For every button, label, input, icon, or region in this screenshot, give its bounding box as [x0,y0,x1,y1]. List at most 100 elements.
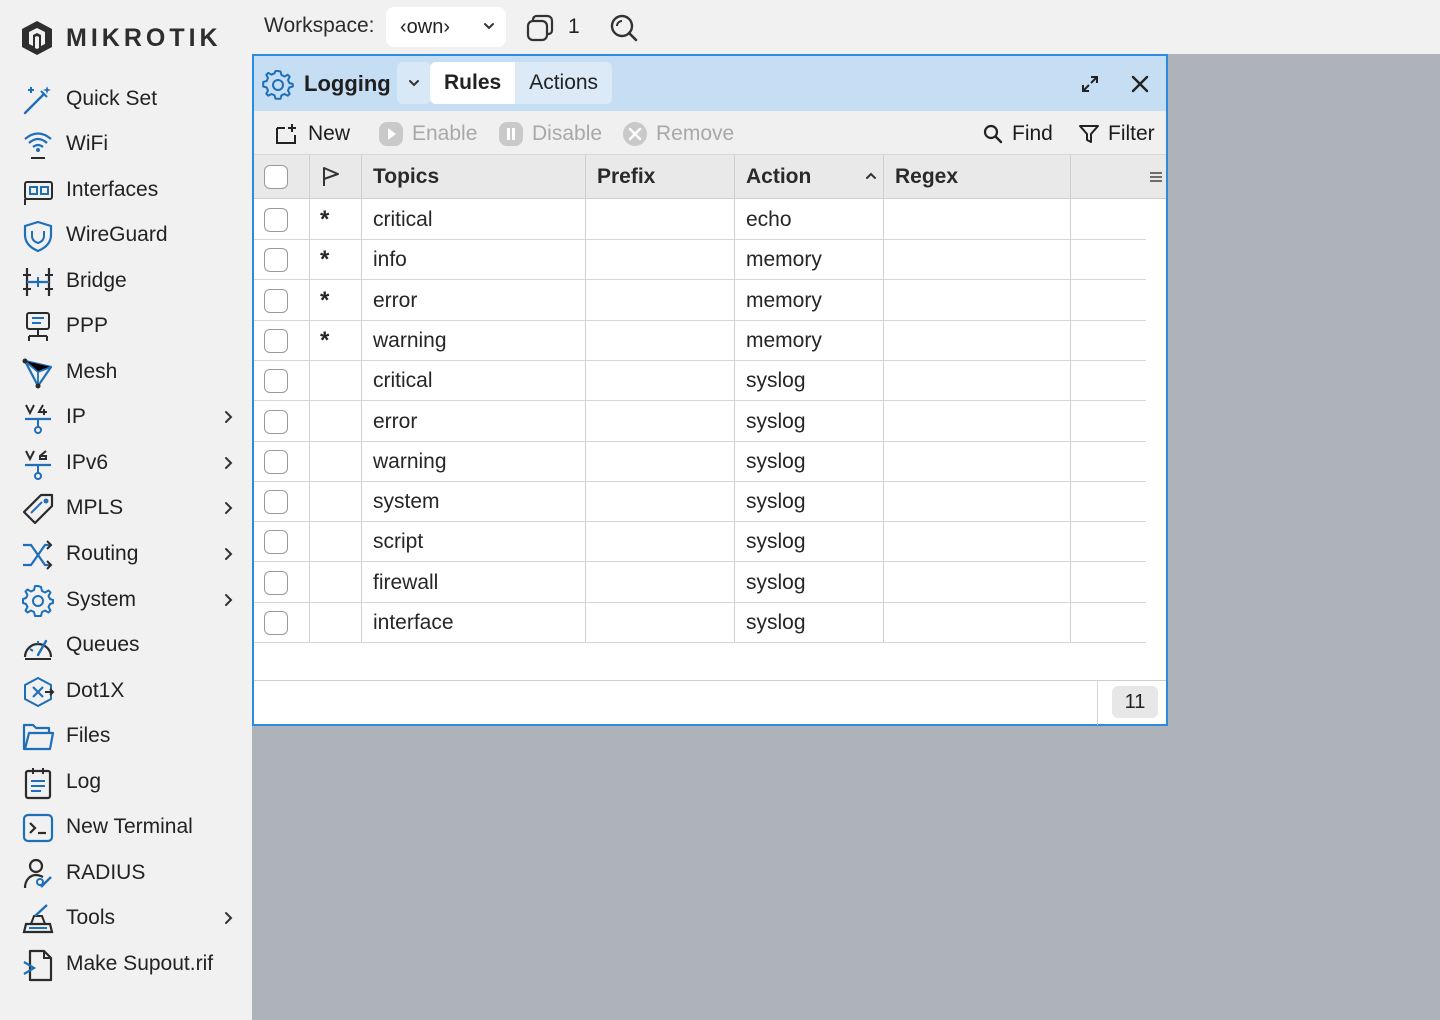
enable-button[interactable]: Enable [378,120,477,148]
table-header: Topics Prefix Action Regex [254,155,1166,199]
sidebar: MIKROTIK Quick Set WiFi Interfaces WireGuar… [0,0,252,1020]
row-checkbox[interactable] [264,449,288,474]
interfaces-icon [24,181,53,205]
sidebar-item-mpls[interactable]: MPLS [0,488,252,528]
workspace-select[interactable]: ‹own› [386,7,506,47]
action-cell: memory [746,248,822,272]
new-icon [276,124,296,144]
sort-ascending-icon [866,172,876,179]
column-action[interactable]: Action [746,165,811,189]
sidebar-item-label: Quick Set [66,87,158,110]
topics-cell: script [373,530,424,554]
sidebar-item-ipv6[interactable]: IPv6 [0,443,252,483]
sidebar-item-log[interactable]: Log [0,762,252,802]
sidebar-item-interfaces[interactable]: Interfaces [0,170,252,210]
row-checkbox[interactable] [264,490,288,515]
windows-icon[interactable] [524,12,556,44]
row-checkbox[interactable] [264,288,288,313]
window-menu-button[interactable] [397,62,431,104]
sidebar-item-wifi[interactable]: WiFi [0,124,252,164]
column-prefix[interactable]: Prefix [597,165,655,189]
row-checkbox[interactable] [264,248,288,273]
close-icon[interactable] [1129,73,1151,95]
sidebar-item-queues[interactable]: Queues [0,625,252,665]
sidebar-item-label: Bridge [66,269,127,292]
window-title: Logging [304,71,391,96]
row-checkbox[interactable] [264,409,288,434]
sidebar-item-label: Log [66,770,102,793]
sidebar-item-system[interactable]: System [0,580,252,620]
table-row[interactable]: script syslog [254,522,1166,563]
chevron-down-icon [409,80,419,87]
table-row[interactable]: firewall syslog [254,563,1166,603]
table-row[interactable]: * warning memory [254,321,1166,361]
flag-icon[interactable] [320,166,342,188]
table-row[interactable]: * error memory [254,281,1166,321]
window-count: 1 [568,15,580,38]
topics-cell: error [373,288,418,312]
window-header: Logging Rules Actions [254,54,1166,111]
tab-actions[interactable]: Actions [515,62,612,104]
sidebar-item-mesh[interactable]: Mesh [0,352,252,392]
row-checkbox[interactable] [264,530,288,555]
sidebar-item-label: New Terminal [66,815,193,838]
column-topics[interactable]: Topics [373,165,439,189]
tab-rules[interactable]: Rules [430,62,516,104]
sidebar-item-routing[interactable]: Routing [0,534,252,574]
search-icon[interactable] [608,12,640,44]
sidebar-item-dot1x[interactable]: Dot1X [0,671,252,711]
row-checkbox[interactable] [264,611,288,635]
terminal-icon [22,813,54,843]
row-flag: * [320,286,330,314]
play-icon [379,122,403,146]
shield-icon [23,220,53,253]
sidebar-item-wireguard[interactable]: WireGuard [0,215,252,255]
maximize-icon[interactable] [1080,74,1100,94]
disable-button[interactable]: Disable [498,120,602,148]
sidebar-item-tools[interactable]: Tools [0,898,252,938]
table-row[interactable]: * info memory [254,240,1166,281]
sidebar-item-label: Tools [66,906,116,929]
log-icon [24,768,52,800]
gear-icon [22,585,54,617]
row-checkbox[interactable] [264,369,288,394]
table-row[interactable]: critical syslog [254,361,1166,402]
find-button[interactable]: Find [982,120,1053,148]
sidebar-item-bridge[interactable]: Bridge [0,261,252,301]
sidebar-item-label: Make Supout.rif [66,952,214,975]
topics-cell: firewall [373,570,439,594]
table-row[interactable]: warning syslog [254,442,1166,482]
table-row[interactable]: * critical echo [254,200,1166,240]
row-checkbox[interactable] [264,328,288,353]
new-button[interactable]: New [274,120,350,148]
find-label: Find [1012,122,1053,145]
table-row[interactable]: error syslog [254,402,1166,442]
sidebar-item-make-supout-rif[interactable]: Make Supout.rif [0,944,252,984]
sidebar-item-ip[interactable]: IP [0,397,252,437]
folder-icon [22,723,55,751]
table-row[interactable]: system syslog [254,482,1166,523]
filter-button[interactable]: Filter [1078,120,1155,148]
select-all-checkbox[interactable] [264,165,288,189]
action-cell: syslog [746,449,806,473]
filter-label: Filter [1108,122,1155,145]
column-regex[interactable]: Regex [895,165,958,189]
sidebar-item-files[interactable]: Files [0,716,252,756]
sidebar-item-radius[interactable]: RADIUS [0,853,252,893]
ppp-icon [26,312,50,341]
columns-menu-icon[interactable] [1149,171,1163,183]
window-footer: 11 [254,680,1166,725]
action-cell: syslog [746,611,806,634]
disable-label: Disable [532,122,603,145]
wifi-icon [24,132,52,159]
remove-button[interactable]: Remove [622,120,734,148]
row-checkbox[interactable] [264,208,288,232]
table-row[interactable]: interface syslog [254,603,1166,643]
topics-cell: warning [373,328,447,352]
sidebar-item-quick-set[interactable]: Quick Set [0,79,252,119]
row-checkbox[interactable] [264,570,288,595]
sidebar-item-ppp[interactable]: PPP [0,306,252,346]
chevron-down-icon [484,23,494,30]
sidebar-item-new-terminal[interactable]: New Terminal [0,807,252,847]
sidebar-item-label: Mesh [66,360,118,383]
